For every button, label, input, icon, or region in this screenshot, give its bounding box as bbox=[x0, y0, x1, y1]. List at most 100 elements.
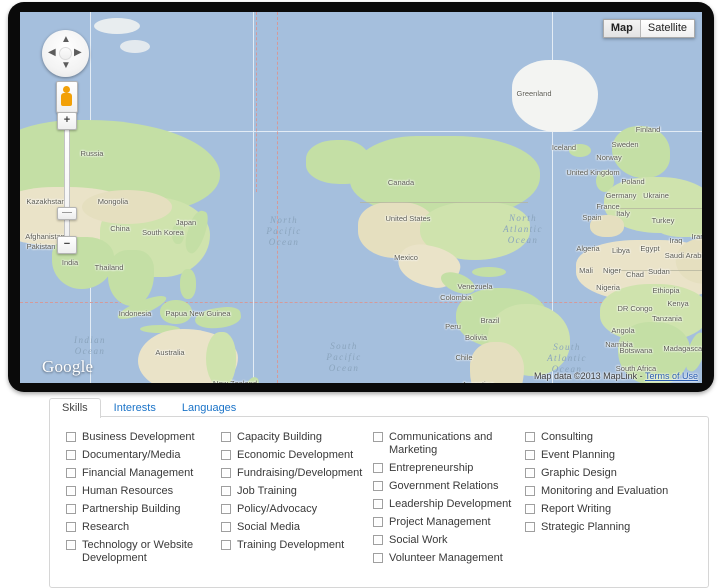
country-label: Pakistan bbox=[26, 242, 56, 251]
skill-option[interactable]: Capacity Building bbox=[221, 431, 373, 444]
country-label: Indonesia bbox=[118, 309, 152, 318]
zoom-control[interactable]: + − bbox=[57, 112, 77, 254]
street-view-pegman-icon[interactable] bbox=[56, 81, 78, 113]
profile-detail-section: Skills Interests Languages Business Deve… bbox=[49, 397, 709, 588]
skill-checkbox[interactable] bbox=[221, 468, 231, 478]
skill-option-label: Job Training bbox=[237, 485, 297, 497]
zoom-slider-track[interactable] bbox=[64, 128, 70, 240]
skill-option[interactable]: Government Relations bbox=[373, 480, 525, 493]
skill-checkbox[interactable] bbox=[373, 553, 383, 563]
skill-checkbox[interactable] bbox=[525, 504, 535, 514]
skill-option-label: Social Media bbox=[237, 521, 300, 533]
pan-left-icon[interactable]: ◀ bbox=[48, 48, 56, 58]
skill-option[interactable]: Report Writing bbox=[525, 503, 677, 516]
skill-option[interactable]: Policy/Advocacy bbox=[221, 503, 373, 516]
skill-option[interactable]: Event Planning bbox=[525, 449, 677, 462]
skill-option[interactable]: Job Training bbox=[221, 485, 373, 498]
skill-option[interactable]: Social Media bbox=[221, 521, 373, 534]
skill-checkbox[interactable] bbox=[66, 522, 76, 532]
terms-of-use-link[interactable]: Terms of Use bbox=[645, 371, 698, 381]
skill-option[interactable]: Consulting bbox=[525, 431, 677, 444]
map-canvas[interactable]: North Pacific Ocean North Atlantic Ocean… bbox=[20, 12, 702, 383]
zoom-slider-thumb[interactable] bbox=[57, 207, 77, 220]
skill-checkbox[interactable] bbox=[525, 432, 535, 442]
country-label: Colombia bbox=[440, 293, 472, 302]
skill-checkbox[interactable] bbox=[66, 540, 76, 550]
skill-option-label: Financial Management bbox=[82, 467, 194, 479]
skill-option[interactable]: Fundraising/Development bbox=[221, 467, 373, 480]
skill-checkbox[interactable] bbox=[221, 450, 231, 460]
skill-option[interactable]: Research bbox=[66, 521, 221, 534]
skill-checkbox[interactable] bbox=[221, 432, 231, 442]
skill-checkbox[interactable] bbox=[221, 486, 231, 496]
skill-checkbox[interactable] bbox=[66, 504, 76, 514]
tab-skills[interactable]: Skills bbox=[49, 398, 101, 418]
country-label: Japan bbox=[175, 218, 197, 227]
tab-languages[interactable]: Languages bbox=[169, 398, 249, 418]
skill-option[interactable]: Social Work bbox=[373, 534, 525, 547]
tab-interests[interactable]: Interests bbox=[101, 398, 169, 418]
skill-option[interactable]: Documentary/Media bbox=[66, 449, 221, 462]
ocean-label-south-pacific: South Pacific Ocean bbox=[326, 341, 362, 373]
skill-checkbox[interactable] bbox=[66, 486, 76, 496]
antimeridian-dashed-line bbox=[277, 12, 278, 383]
skill-option-label: Leadership Development bbox=[389, 498, 512, 510]
skill-option-label: Event Planning bbox=[541, 449, 615, 461]
country-label: Madagascar bbox=[663, 344, 702, 353]
skill-checkbox[interactable] bbox=[373, 481, 383, 491]
skill-option-label: Partnership Building bbox=[82, 503, 181, 515]
pegman-head bbox=[63, 86, 70, 93]
zoom-in-button[interactable]: + bbox=[57, 112, 77, 130]
zoom-out-button[interactable]: − bbox=[57, 236, 77, 254]
skill-checkbox[interactable] bbox=[373, 432, 383, 442]
map-type-satellite-button[interactable]: Satellite bbox=[639, 20, 694, 37]
skill-option[interactable]: Entrepreneurship bbox=[373, 462, 525, 475]
country-label: Papua New Guinea bbox=[165, 309, 231, 318]
skill-checkbox[interactable] bbox=[66, 450, 76, 460]
country-label: Spain bbox=[582, 213, 602, 222]
map-type-control[interactable]: Map Satellite bbox=[602, 19, 695, 38]
skill-checkbox[interactable] bbox=[373, 535, 383, 545]
country-label: Brazil bbox=[480, 316, 500, 325]
pan-up-icon[interactable]: ▲ bbox=[61, 35, 71, 45]
skill-option[interactable]: Graphic Design bbox=[525, 467, 677, 480]
skill-checkbox[interactable] bbox=[221, 540, 231, 550]
skill-option[interactable]: Economic Development bbox=[221, 449, 373, 462]
skill-checkbox[interactable] bbox=[373, 499, 383, 509]
pan-control[interactable]: ▲ ▼ ◀ ▶ bbox=[42, 30, 89, 77]
country-label: Canada bbox=[387, 178, 415, 187]
skill-option[interactable]: Human Resources bbox=[66, 485, 221, 498]
skill-option-label: Graphic Design bbox=[541, 467, 617, 479]
skill-checkbox[interactable] bbox=[221, 522, 231, 532]
skills-column: Communications and Marketing Entrepreneur… bbox=[373, 431, 525, 570]
skill-option[interactable]: Volunteer Management bbox=[373, 552, 525, 565]
skill-option[interactable]: Project Management bbox=[373, 516, 525, 529]
skill-checkbox[interactable] bbox=[373, 463, 383, 473]
pan-down-icon[interactable]: ▼ bbox=[61, 61, 71, 71]
map-type-map-button[interactable]: Map bbox=[603, 20, 640, 37]
pan-right-icon[interactable]: ▶ bbox=[74, 48, 82, 58]
skill-option[interactable]: Strategic Planning bbox=[525, 521, 677, 534]
skill-checkbox[interactable] bbox=[525, 468, 535, 478]
skill-option[interactable]: Partnership Building bbox=[66, 503, 221, 516]
skill-option[interactable]: Communications and Marketing bbox=[373, 431, 525, 457]
skill-checkbox[interactable] bbox=[525, 450, 535, 460]
skill-checkbox[interactable] bbox=[373, 517, 383, 527]
pan-center-button[interactable] bbox=[59, 47, 72, 60]
skill-checkbox[interactable] bbox=[525, 486, 535, 496]
skill-option[interactable]: Training Development bbox=[221, 539, 373, 552]
skill-option-label: Documentary/Media bbox=[82, 449, 181, 461]
skill-checkbox[interactable] bbox=[66, 468, 76, 478]
skill-option[interactable]: Monitoring and Evaluation bbox=[525, 485, 677, 498]
country-label: South Korea bbox=[142, 228, 184, 237]
skill-option[interactable]: Financial Management bbox=[66, 467, 221, 480]
skill-option[interactable]: Leadership Development bbox=[373, 498, 525, 511]
skill-checkbox[interactable] bbox=[525, 522, 535, 532]
skill-checkbox[interactable] bbox=[221, 504, 231, 514]
country-label: Greenland bbox=[516, 89, 552, 98]
skill-checkbox[interactable] bbox=[66, 432, 76, 442]
country-label: Mexico bbox=[394, 253, 418, 262]
skill-option[interactable]: Business Development bbox=[66, 431, 221, 444]
skill-option[interactable]: Technology or Website Development bbox=[66, 539, 221, 565]
country-label: Angola bbox=[611, 326, 635, 335]
